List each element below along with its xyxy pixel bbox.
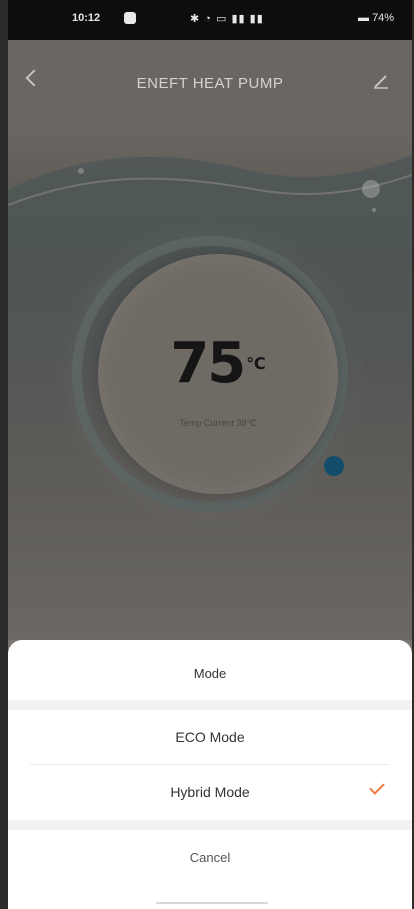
battery-indicator: ▬ 74% — [358, 12, 394, 24]
temperature-unit: ℃ — [246, 354, 266, 373]
app-header: ENEFT HEAT PUMP — [8, 40, 412, 120]
sheet-separator — [8, 700, 412, 710]
current-temperature-label: Temp Current 38℃ — [179, 418, 257, 428]
option-label: ECO Mode — [175, 729, 245, 745]
bubble-decoration — [362, 180, 380, 198]
signal-icon: ▮▮ — [231, 13, 246, 25]
cast-icon: ▭ — [216, 13, 228, 25]
option-eco-mode[interactable]: ECO Mode — [8, 710, 412, 764]
mode-bottom-sheet: Mode ECO Mode Hybrid Mode Cancel — [8, 640, 412, 909]
wifi-icon: ◔ — [204, 13, 212, 25]
notification-icon — [124, 12, 136, 24]
check-icon — [369, 779, 385, 795]
bubble-decoration — [372, 208, 376, 212]
cancel-label: Cancel — [189, 849, 231, 865]
sheet-separator — [8, 820, 412, 830]
wave-decoration — [8, 155, 412, 250]
bluetooth-icon: ✱ — [190, 13, 201, 25]
phone-screen: 10:12 ✱ ◔ ▭ ▮▮ ▮▮ ▬ 74% ENEFT HEAT PUMP — [8, 0, 412, 909]
option-hybrid-mode[interactable]: Hybrid Mode — [8, 765, 412, 819]
cancel-button[interactable]: Cancel — [8, 830, 412, 884]
bubble-decoration — [78, 168, 84, 174]
option-label: Hybrid Mode — [170, 784, 250, 800]
battery-icon: ▬ — [358, 12, 369, 24]
status-bar: 10:12 ✱ ◔ ▭ ▮▮ ▮▮ ▬ 74% — [8, 0, 412, 40]
status-time: 10:12 — [72, 12, 101, 24]
edit-icon[interactable] — [372, 72, 390, 90]
home-indicator — [156, 902, 268, 904]
status-icons: ✱ ◔ ▭ ▮▮ ▮▮ — [190, 12, 264, 25]
signal-icon: ▮▮ — [249, 13, 264, 25]
page-title: ENEFT HEAT PUMP — [136, 75, 284, 92]
temperature-value: 75 ℃ — [98, 336, 338, 392]
sheet-title: Mode — [193, 666, 227, 681]
temperature-dial: 75 ℃ Temp Current 38℃ — [98, 254, 338, 494]
dial-handle[interactable] — [324, 456, 344, 476]
temperature-number: 75 — [170, 331, 246, 396]
battery-percent: 74% — [372, 12, 395, 24]
